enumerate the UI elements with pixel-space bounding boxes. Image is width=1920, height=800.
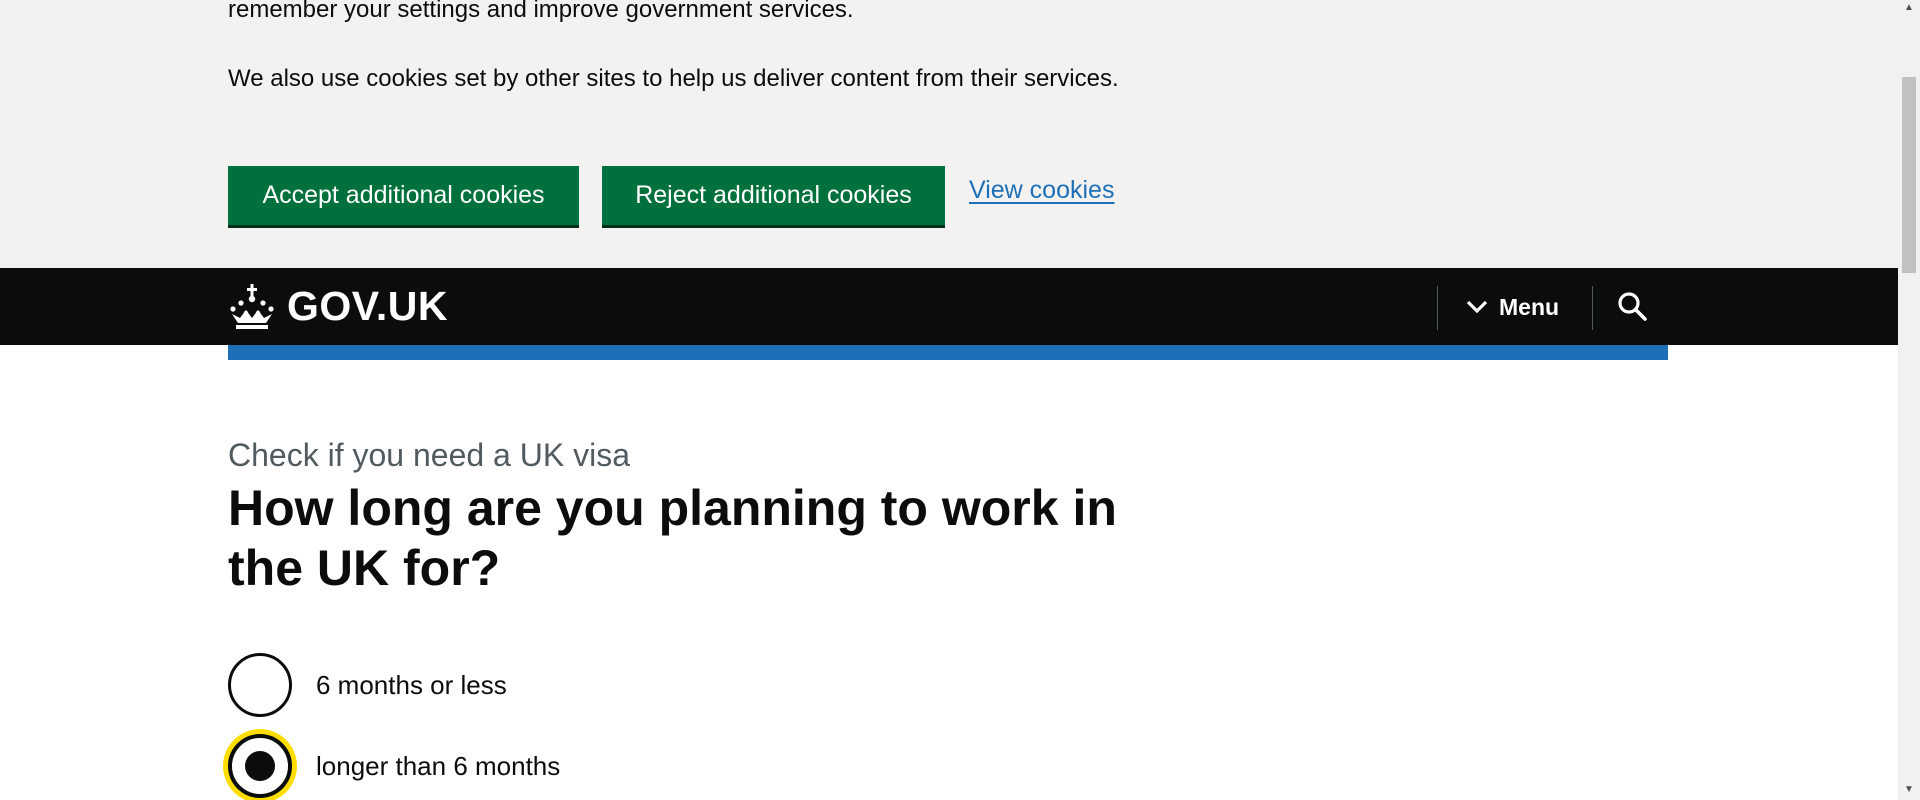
radio-button-selected[interactable] bbox=[228, 734, 292, 798]
radio-label[interactable]: longer than 6 months bbox=[316, 751, 560, 782]
header-divider bbox=[1437, 286, 1438, 330]
govuk-logo-link[interactable]: GOV.UK bbox=[228, 279, 448, 334]
radio-selected-dot bbox=[245, 751, 275, 781]
govuk-logo-text: GOV.UK bbox=[287, 283, 448, 329]
page-caption: Check if you need a UK visa bbox=[228, 437, 630, 473]
crown-icon bbox=[230, 283, 274, 329]
chevron-down-icon bbox=[1466, 300, 1488, 314]
search-icon[interactable] bbox=[1616, 290, 1648, 322]
radio-label[interactable]: 6 months or less bbox=[316, 670, 507, 701]
page-title: How long are you planning to work in the… bbox=[228, 480, 1117, 596]
scroll-up-icon[interactable]: ▲ bbox=[1898, 0, 1920, 16]
page-scrollbar[interactable]: ▲ ▼ bbox=[1898, 0, 1920, 800]
cookie-banner-text-2: We also use cookies set by other sites t… bbox=[228, 65, 1119, 92]
view-cookies-link[interactable]: View cookies bbox=[969, 176, 1114, 205]
header-blue-bar bbox=[228, 345, 1668, 360]
reject-cookies-button[interactable]: Reject additional cookies bbox=[602, 166, 945, 225]
govuk-header: GOV.UK Menu bbox=[0, 268, 1898, 345]
accept-cookies-button[interactable]: Accept additional cookies bbox=[228, 166, 579, 225]
radio-button[interactable] bbox=[228, 653, 292, 717]
menu-button[interactable]: Menu bbox=[1465, 289, 1559, 325]
menu-label: Menu bbox=[1499, 293, 1560, 320]
radio-option-6-months-or-less[interactable]: 6 months or less bbox=[228, 653, 507, 717]
cookie-banner: remember your settings and improve gover… bbox=[0, 0, 1898, 268]
radio-option-longer-than-6-months[interactable]: longer than 6 months bbox=[228, 734, 560, 798]
cookie-banner-text-1: remember your settings and improve gover… bbox=[228, 0, 854, 23]
scroll-down-icon[interactable]: ▼ bbox=[1898, 782, 1920, 798]
scrollbar-thumb[interactable] bbox=[1902, 77, 1916, 273]
header-divider bbox=[1592, 286, 1593, 330]
